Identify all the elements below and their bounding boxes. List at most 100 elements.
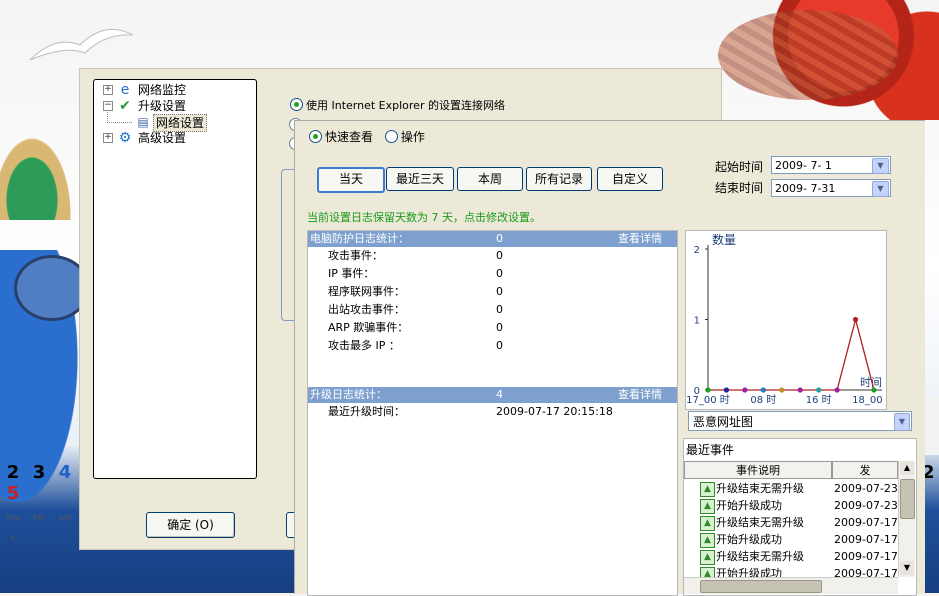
view-mode-group: 快速查看 操作 (309, 128, 433, 145)
recent-events-panel: 最近事件 事件说明 发 ▲ 升级结束无需升级 2009-07-23 ▲ 开始升级成功 2… (683, 438, 917, 596)
upgrade-arrow-icon: ▲ (700, 482, 715, 497)
period-week-button[interactable]: 本周 (457, 167, 523, 191)
stat-row: ARP 欺骗事件： 0 (308, 319, 677, 337)
stat-label: 出站攻击事件： (328, 303, 405, 316)
event-description: 开始升级成功 (716, 533, 782, 546)
upgrade-arrow-icon: ▲ (700, 499, 715, 514)
chevron-down-icon[interactable]: ▼ (872, 181, 889, 197)
data-point (871, 387, 877, 393)
period-today-button[interactable]: 当天 (317, 167, 385, 193)
collapse-icon[interactable]: − (103, 101, 113, 111)
calendar-day: 3 (32, 462, 46, 483)
radio-icon[interactable] (384, 130, 398, 143)
calendar-day: 5 (6, 483, 20, 504)
view-mode-label: 快速查看 (325, 130, 374, 144)
chart-type-value: 恶意网址图 (693, 415, 754, 429)
chevron-down-icon[interactable]: ▼ (872, 158, 889, 174)
view-mode-label: 操作 (400, 130, 425, 144)
expand-icon[interactable]: + (103, 133, 113, 143)
tree-item-label: 网络监控 (138, 83, 187, 97)
tree-item-advanced-settings[interactable]: + ⚙ 高级设置 (103, 130, 253, 146)
data-point (797, 387, 803, 393)
view-details-link[interactable]: 查看详情 (618, 231, 662, 247)
column-header-time[interactable]: 发 (832, 461, 898, 479)
view-mode-operation[interactable]: 操作 (384, 130, 433, 144)
stat-row: 攻击事件： 0 (308, 247, 677, 265)
event-time: 2009-07-23 (834, 482, 898, 495)
stat-label: 最近升级时间： (328, 405, 405, 418)
data-point (834, 387, 840, 393)
data-point (742, 387, 748, 393)
stat-value: 0 (496, 303, 503, 316)
upgrade-arrow-icon: ▲ (700, 516, 715, 531)
view-details-link[interactable]: 查看详情 (618, 387, 662, 403)
section-count: 0 (496, 232, 503, 245)
radio-selected-icon[interactable] (290, 98, 303, 111)
expand-icon[interactable]: + (103, 85, 113, 95)
stat-row: IP 事件： 0 (308, 265, 677, 283)
ie-icon: e (120, 82, 130, 98)
end-time-label: 结束时间 (715, 181, 764, 195)
data-point (705, 387, 711, 393)
wallpaper-character-detail (718, 10, 898, 100)
upgrade-arrow-icon: ▲ (700, 533, 715, 548)
y-tick-label: 2 (694, 245, 700, 256)
calendar-weekday: S (10, 535, 16, 543)
chart-type-select[interactable]: 恶意网址图 ▼ (688, 411, 912, 431)
upgrade-stats-header: 升级日志统计： 4 查看详情 (308, 387, 677, 403)
gear-icon: ⚙ (118, 130, 132, 146)
event-description: 升级结束无需升级 (716, 550, 804, 563)
scroll-thumb[interactable] (700, 580, 822, 593)
upgrade-arrow-icon: ▲ (700, 550, 715, 565)
end-date-picker[interactable]: 2009- 7-31 ▼ (771, 179, 891, 197)
column-header-description[interactable]: 事件说明 (684, 461, 832, 479)
radio-selected-icon[interactable] (309, 130, 322, 143)
retention-notice-link[interactable]: 当前设置日志保留天数为 7 天，点击修改设置。 (307, 209, 541, 225)
calendar-weekday: SAT (58, 514, 72, 522)
tree-item-label: 高级设置 (138, 131, 187, 145)
tree-item-network-monitor[interactable]: + e 网络监控 (103, 82, 253, 98)
events-vertical-scrollbar[interactable]: ▲ ▼ (898, 461, 915, 577)
stat-label: ARP 欺骗事件： (328, 321, 409, 334)
calendar-day: 2 (6, 462, 20, 483)
x-tick-label: 16 时 (806, 394, 832, 406)
period-three-days-button[interactable]: 最近三天 (386, 167, 454, 191)
stat-label: IP 事件： (328, 267, 375, 280)
section-count: 4 (496, 388, 503, 401)
series-line (708, 316, 875, 391)
y-axis-label: 数量 (712, 232, 736, 247)
scroll-down-icon[interactable]: ▼ (900, 561, 914, 575)
stat-value: 0 (496, 339, 503, 352)
event-description: 开始升级成功 (716, 499, 782, 512)
chevron-down-icon[interactable]: ▼ (894, 413, 910, 431)
tree-item-network-settings[interactable]: ▤ 网络设置 (103, 112, 253, 132)
stat-value: 0 (496, 267, 503, 280)
stat-row: 攻击最多 IP ： 0 (308, 337, 677, 355)
ok-button[interactable]: 确定 (O) (146, 512, 235, 538)
use-ie-settings-option[interactable]: 使用 Internet Explorer 的设置连接网络 (290, 97, 505, 113)
x-tick-label: 08 时 (750, 394, 776, 406)
view-mode-quick[interactable]: 快速查看 (309, 130, 381, 144)
event-line-chart: 数量时间01217_00 时08 时16 时18_00 时 (686, 232, 896, 406)
stat-row: 出站攻击事件： 0 (308, 301, 677, 319)
scroll-thumb[interactable] (900, 479, 915, 519)
stat-value: 2009-07-17 20:15:18 (496, 405, 613, 418)
wallpaper-calendar-left: 2 3 4 5 THU FRI SAT S (0, 462, 80, 546)
event-time: 2009-07-17 (834, 533, 898, 546)
calendar-weekday: FRI (33, 514, 45, 522)
period-custom-button[interactable]: 自定义 (597, 167, 663, 191)
start-date-value: 2009- 7- 1 (775, 159, 832, 172)
x-tick-label: 17_00 时 (686, 394, 730, 406)
event-time: 2009-07-17 (834, 550, 898, 563)
events-horizontal-scrollbar[interactable] (684, 577, 898, 594)
start-date-picker[interactable]: 2009- 7- 1 ▼ (771, 156, 891, 174)
scroll-up-icon[interactable]: ▲ (900, 461, 914, 475)
event-time: 2009-07-23 (834, 499, 898, 512)
period-all-button[interactable]: 所有记录 (526, 167, 592, 191)
log-statistics-panel: 电脑防护日志统计： 0 查看详情 攻击事件： 0 IP 事件： 0 程序联网事件： 0… (307, 230, 678, 596)
data-point (723, 387, 730, 393)
settings-tree: + e 网络监控 − ✔ 升级设置 ▤ 网络设置 + ⚙ 高级设置 (93, 79, 257, 479)
stat-label: 攻击最多 IP ： (328, 339, 400, 352)
stat-label: 攻击事件： (328, 249, 383, 262)
section-title: 电脑防护日志统计： (310, 232, 409, 245)
